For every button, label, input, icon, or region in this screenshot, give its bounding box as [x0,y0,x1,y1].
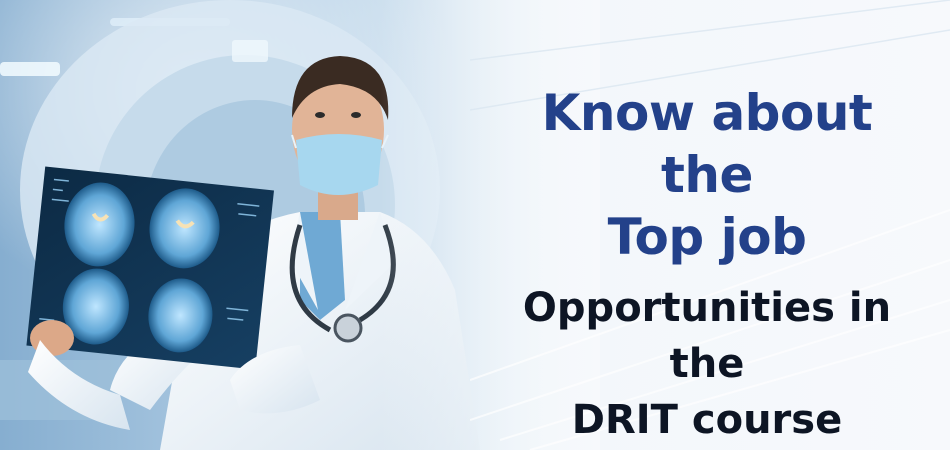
headline: Know about the Top job Opportunities in … [492,82,922,448]
headline-line-4: DRIT course [571,397,843,443]
headline-line-3: Opportunities in the [522,285,892,387]
headline-line-1: Know about the [541,84,873,204]
banner: Know about the Top job Opportunities in … [0,0,950,450]
headline-line-2: Top job [607,208,807,266]
